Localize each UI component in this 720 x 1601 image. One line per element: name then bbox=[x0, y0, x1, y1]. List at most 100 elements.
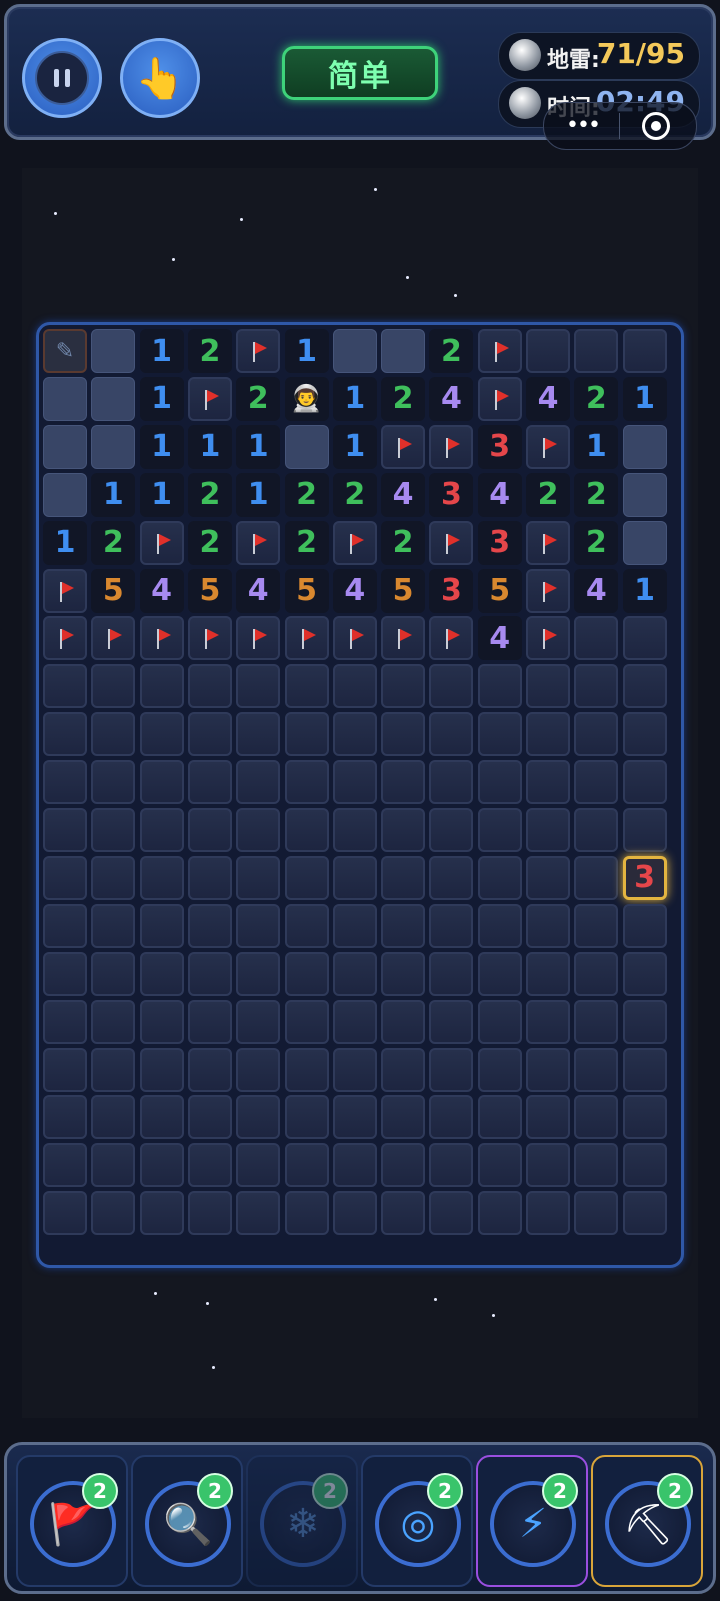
number-cell[interactable]: 1 bbox=[332, 376, 377, 421]
hidden-cell[interactable] bbox=[43, 855, 87, 900]
hidden-cell[interactable] bbox=[284, 808, 329, 852]
hidden-cell[interactable] bbox=[477, 1143, 522, 1188]
hidden-cell[interactable] bbox=[622, 616, 667, 661]
hidden-cell[interactable] bbox=[526, 808, 570, 852]
hidden-cell[interactable] bbox=[622, 999, 667, 1044]
hidden-cell[interactable] bbox=[187, 1191, 232, 1236]
hidden-cell[interactable] bbox=[622, 1143, 667, 1188]
number-cell[interactable]: 2 bbox=[381, 520, 426, 565]
hidden-cell[interactable] bbox=[284, 760, 329, 805]
hidden-cell[interactable] bbox=[332, 999, 377, 1044]
hidden-cell[interactable] bbox=[622, 808, 667, 852]
hidden-cell[interactable] bbox=[574, 1095, 619, 1140]
hidden-cell[interactable] bbox=[91, 808, 136, 852]
hidden-cell[interactable] bbox=[236, 664, 281, 709]
hidden-cell[interactable] bbox=[477, 1047, 522, 1092]
hidden-cell[interactable] bbox=[139, 808, 184, 852]
hidden-cell[interactable] bbox=[91, 1143, 136, 1188]
flagged-cell[interactable] bbox=[477, 376, 522, 421]
flagged-cell[interactable] bbox=[381, 616, 426, 661]
hidden-cell[interactable] bbox=[236, 855, 281, 900]
hidden-cell[interactable] bbox=[574, 855, 619, 900]
flagged-cell[interactable] bbox=[526, 616, 570, 661]
hidden-cell[interactable] bbox=[332, 1095, 377, 1140]
hidden-cell[interactable] bbox=[574, 1191, 619, 1236]
hidden-cell[interactable] bbox=[622, 1047, 667, 1092]
hidden-cell[interactable] bbox=[91, 712, 136, 757]
number-cell[interactable]: 4 bbox=[477, 472, 522, 517]
shovel-tool-button[interactable]: ⛏ 2 bbox=[591, 1455, 703, 1587]
number-cell[interactable]: 1 bbox=[139, 472, 184, 517]
hidden-cell[interactable] bbox=[139, 903, 184, 948]
hidden-cell[interactable] bbox=[332, 855, 377, 900]
hidden-cell[interactable] bbox=[622, 760, 667, 805]
hidden-cell[interactable] bbox=[332, 1191, 377, 1236]
flagged-cell[interactable] bbox=[236, 616, 281, 661]
number-cell[interactable]: 3 bbox=[477, 424, 522, 469]
empty-cell[interactable] bbox=[91, 329, 136, 373]
flagged-cell[interactable] bbox=[139, 520, 184, 565]
number-cell[interactable]: 4 bbox=[477, 616, 522, 661]
number-cell[interactable]: 2 bbox=[284, 520, 329, 565]
empty-cell[interactable] bbox=[622, 520, 667, 565]
number-cell[interactable]: 5 bbox=[381, 568, 426, 613]
hidden-cell[interactable] bbox=[381, 1143, 426, 1188]
hidden-cell[interactable] bbox=[332, 1143, 377, 1188]
hidden-cell[interactable] bbox=[236, 1095, 281, 1140]
hidden-cell[interactable] bbox=[187, 664, 232, 709]
flagged-cell[interactable] bbox=[43, 616, 87, 661]
hidden-cell[interactable] bbox=[332, 664, 377, 709]
hidden-cell[interactable] bbox=[43, 760, 87, 805]
hidden-cell[interactable] bbox=[526, 999, 570, 1044]
flagged-cell[interactable] bbox=[381, 424, 426, 469]
hidden-cell[interactable] bbox=[429, 999, 474, 1044]
hidden-cell[interactable] bbox=[574, 712, 619, 757]
hidden-cell[interactable] bbox=[381, 664, 426, 709]
flagged-cell[interactable] bbox=[187, 376, 232, 421]
flagged-cell[interactable] bbox=[477, 329, 522, 373]
hidden-cell[interactable] bbox=[187, 999, 232, 1044]
number-cell[interactable]: 1 bbox=[139, 424, 184, 469]
empty-cell[interactable] bbox=[43, 472, 87, 517]
hidden-cell[interactable] bbox=[477, 760, 522, 805]
flagged-cell[interactable] bbox=[429, 520, 474, 565]
number-cell[interactable]: 5 bbox=[477, 568, 522, 613]
flagged-cell[interactable] bbox=[429, 424, 474, 469]
hidden-cell[interactable] bbox=[43, 903, 87, 948]
empty-cell[interactable] bbox=[622, 424, 667, 469]
hidden-cell[interactable] bbox=[526, 1143, 570, 1188]
number-cell[interactable]: 1 bbox=[236, 472, 281, 517]
hidden-cell[interactable] bbox=[236, 712, 281, 757]
hidden-cell[interactable] bbox=[574, 1143, 619, 1188]
hidden-cell[interactable] bbox=[139, 1191, 184, 1236]
number-cell[interactable]: 4 bbox=[429, 376, 474, 421]
number-cell[interactable]: 2 bbox=[332, 472, 377, 517]
hidden-cell[interactable] bbox=[139, 712, 184, 757]
hidden-cell[interactable] bbox=[43, 712, 87, 757]
number-cell[interactable]: 3 bbox=[429, 568, 474, 613]
number-cell[interactable]: 1 bbox=[43, 520, 87, 565]
number-cell[interactable]: 1 bbox=[139, 376, 184, 421]
hidden-cell[interactable] bbox=[139, 855, 184, 900]
hidden-cell[interactable] bbox=[429, 1191, 474, 1236]
empty-cell[interactable] bbox=[332, 329, 377, 373]
flagged-cell[interactable] bbox=[332, 520, 377, 565]
number-cell[interactable]: 2 bbox=[526, 472, 570, 517]
hidden-cell[interactable] bbox=[381, 712, 426, 757]
number-cell[interactable]: 2 bbox=[381, 376, 426, 421]
hidden-cell[interactable] bbox=[284, 855, 329, 900]
hidden-cell[interactable] bbox=[526, 1191, 570, 1236]
number-cell[interactable]: 2 bbox=[236, 376, 281, 421]
hidden-cell[interactable] bbox=[43, 1047, 87, 1092]
flagged-cell[interactable] bbox=[236, 520, 281, 565]
hidden-cell[interactable] bbox=[381, 1191, 426, 1236]
number-cell[interactable]: 2 bbox=[574, 520, 619, 565]
hidden-cell[interactable] bbox=[622, 951, 667, 996]
hidden-cell[interactable] bbox=[187, 903, 232, 948]
number-cell[interactable]: 5 bbox=[187, 568, 232, 613]
flagged-cell[interactable] bbox=[526, 568, 570, 613]
hidden-cell[interactable] bbox=[187, 712, 232, 757]
hidden-cell[interactable] bbox=[526, 1047, 570, 1092]
hidden-cell[interactable] bbox=[236, 1047, 281, 1092]
flagged-cell[interactable] bbox=[139, 616, 184, 661]
